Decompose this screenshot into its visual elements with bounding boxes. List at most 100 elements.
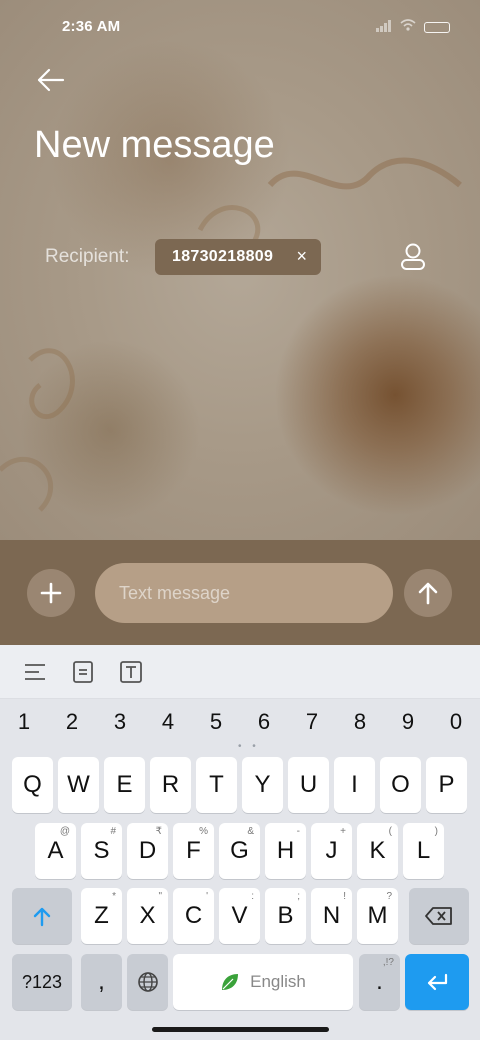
key-t-label: T xyxy=(209,771,224,798)
key-hint: ) xyxy=(434,826,438,837)
attach-button[interactable] xyxy=(27,569,75,617)
key-b-label: B xyxy=(277,902,294,929)
space-language-label: English xyxy=(250,972,306,991)
globe-key[interactable] xyxy=(127,954,168,1010)
comma-key[interactable]: , xyxy=(81,954,122,1010)
wifi-icon xyxy=(400,18,416,36)
key-u[interactable]: U xyxy=(288,757,329,813)
backspace-key[interactable] xyxy=(409,888,469,944)
key-o[interactable]: O xyxy=(380,757,421,813)
number-key-0[interactable]: 0 xyxy=(432,709,480,735)
number-key-9[interactable]: 9 xyxy=(384,709,432,735)
key-j[interactable]: J + xyxy=(311,823,352,879)
key-j-label: J xyxy=(325,837,338,864)
wallpaper-area: 2:36 AM New message Recipient: 187302188… xyxy=(0,0,480,540)
text-message-input[interactable] xyxy=(95,563,393,623)
key-s-label: S xyxy=(93,837,110,864)
number-key-8[interactable]: 8 xyxy=(336,709,384,735)
plus-icon xyxy=(40,582,62,604)
shift-key[interactable] xyxy=(12,888,72,944)
key-b[interactable]: B; xyxy=(265,888,306,944)
key-n[interactable]: N! xyxy=(311,888,352,944)
key-d-label: D xyxy=(138,837,157,864)
key-z[interactable]: Z * xyxy=(81,888,122,944)
key-hint: " xyxy=(158,891,162,902)
period-key-label: . xyxy=(376,968,383,995)
keyboard-toolbar xyxy=(0,645,480,699)
key-x[interactable]: X " xyxy=(127,888,168,944)
enter-key[interactable] xyxy=(405,954,469,1010)
remove-recipient-icon[interactable]: × xyxy=(296,246,307,267)
page-title: New message xyxy=(34,124,275,166)
recipient-label: Recipient: xyxy=(45,246,130,267)
key-hint: # xyxy=(110,826,116,837)
key-hint: & xyxy=(247,826,254,837)
key-t[interactable]: T xyxy=(196,757,237,813)
key-i[interactable]: I xyxy=(334,757,375,813)
shift-arrow-icon xyxy=(33,907,51,927)
number-key-3[interactable]: 3 xyxy=(96,709,144,735)
key-c-label: C xyxy=(184,902,203,929)
number-key-5[interactable]: 5 xyxy=(192,709,240,735)
key-q-label: Q xyxy=(23,771,42,798)
space-key[interactable]: English xyxy=(173,954,353,1010)
key-hint: ? xyxy=(386,891,392,902)
back-arrow-icon[interactable] xyxy=(36,66,66,94)
key-hint: @ xyxy=(59,826,70,837)
key-f[interactable]: F% xyxy=(173,823,214,879)
key-c[interactable]: C ' xyxy=(173,888,214,944)
battery-icon xyxy=(424,21,450,33)
send-button[interactable] xyxy=(404,569,452,617)
enter-icon xyxy=(427,973,448,991)
symbols-key[interactable]: ?123 xyxy=(12,954,72,1010)
leaf-icon xyxy=(222,974,239,990)
status-icons xyxy=(376,18,450,36)
status-time: 2:36 AM xyxy=(62,18,121,35)
key-m[interactable]: M? xyxy=(357,888,398,944)
number-key-7[interactable]: 7 xyxy=(288,709,336,735)
signal-icon xyxy=(376,19,392,35)
compose-bar xyxy=(0,540,480,645)
key-n-label: N xyxy=(322,902,341,929)
clipboard-icon[interactable] xyxy=(71,660,95,684)
key-r[interactable]: R xyxy=(150,757,191,813)
period-key[interactable]: .,!? xyxy=(359,954,400,1010)
contacts-icon[interactable] xyxy=(398,242,428,272)
key-x-label: X xyxy=(139,902,156,929)
key-a-label: A xyxy=(47,837,64,864)
send-arrow-icon xyxy=(418,582,438,605)
number-key-4[interactable]: 4 xyxy=(144,709,192,735)
recipient-chip[interactable]: 18730218809 × xyxy=(155,239,321,275)
key-k[interactable]: K( xyxy=(357,823,398,879)
key-hint: ! xyxy=(343,891,346,902)
menu-lines-icon[interactable] xyxy=(23,660,47,684)
key-f-label: F xyxy=(186,837,201,864)
number-key-1[interactable]: 1 xyxy=(0,709,48,735)
number-key-2[interactable]: 2 xyxy=(48,709,96,735)
key-u-label: U xyxy=(299,771,318,798)
key-e[interactable]: E xyxy=(104,757,145,813)
key-o-label: O xyxy=(391,771,410,798)
key-hint: ,!? xyxy=(382,957,394,968)
text-format-icon[interactable] xyxy=(119,660,143,684)
key-y[interactable]: Y xyxy=(242,757,283,813)
key-d[interactable]: D ₹ xyxy=(127,823,168,879)
key-p-label: P xyxy=(438,771,455,798)
home-indicator[interactable] xyxy=(152,1027,329,1032)
keyboard: 1234567890 • • Q W E R T Y U I O P A @ S # D ₹ F% G & H - J + K… xyxy=(0,699,480,1040)
key-v[interactable]: V: xyxy=(219,888,260,944)
key-a[interactable]: A @ xyxy=(35,823,76,879)
number-key-6[interactable]: 6 xyxy=(240,709,288,735)
key-h[interactable]: H- xyxy=(265,823,306,879)
key-q[interactable]: Q xyxy=(12,757,53,813)
key-l[interactable]: L) xyxy=(403,823,444,879)
key-s[interactable]: S # xyxy=(81,823,122,879)
key-p[interactable]: P xyxy=(426,757,467,813)
key-hint: ₹ xyxy=(155,826,162,837)
key-w[interactable]: W xyxy=(58,757,99,813)
key-e-label: E xyxy=(116,771,133,798)
key-r-label: R xyxy=(161,771,180,798)
key-k-label: K xyxy=(369,837,386,864)
key-hint: ; xyxy=(297,891,300,902)
key-g[interactable]: G & xyxy=(219,823,260,879)
